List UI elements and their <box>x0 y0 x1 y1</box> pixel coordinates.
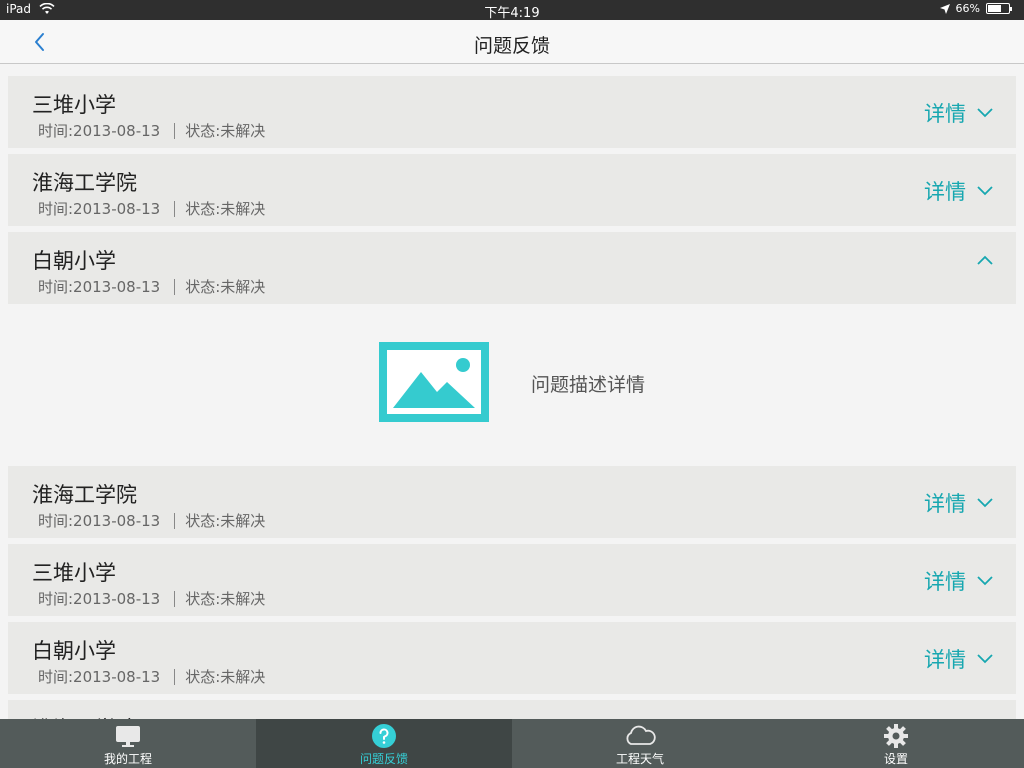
item-name: 白朝小学 <box>32 249 116 273</box>
detail-button[interactable]: 详情 <box>924 566 994 596</box>
divider <box>174 590 176 607</box>
divider <box>174 512 176 529</box>
chevron-down-icon <box>977 186 993 196</box>
gear-icon <box>884 724 908 748</box>
detail-label: 详情 <box>924 102 966 126</box>
item-name: 淮海工学院 <box>32 483 137 507</box>
detail-label: 详情 <box>924 570 966 594</box>
item-time: 时间:2013-08-13 <box>38 668 161 686</box>
list-row[interactable]: 白朝小学 时间:2013-08-13 状态:未解决 详情 <box>8 622 1016 694</box>
list-item[interactable]: 三堆小学 时间:2013-08-13 状态:未解决 详情 <box>8 76 1016 148</box>
chevron-down-icon <box>977 108 993 118</box>
item-status: 状态:未解决 <box>185 590 266 608</box>
list-item[interactable]: 淮海工学院 时间:2013-08-13 状态:未解决 详情 <box>8 154 1016 226</box>
tab-label: 设置 <box>883 752 908 766</box>
cloud-icon <box>626 725 656 745</box>
detail-label: 详情 <box>924 648 966 672</box>
tab-label: 我的工程 <box>103 752 152 766</box>
detail-button[interactable]: 详情 <box>924 644 994 674</box>
item-status: 状态:未解决 <box>185 200 266 218</box>
chevron-up-icon <box>977 255 993 265</box>
list-row[interactable]: 淮海工学院 时间:2013-08-13 状态:未解决 详情 <box>8 154 1016 226</box>
tab-monitor[interactable]: 我的工程 <box>0 719 256 768</box>
item-time: 时间:2013-08-13 <box>38 512 161 530</box>
item-meta: 时间:2013-08-13 状态:未解决 <box>38 120 265 141</box>
list-row[interactable]: 三堆小学 时间:2013-08-13 状态:未解决 详情 <box>8 76 1016 148</box>
collapse-button[interactable] <box>976 254 994 266</box>
tab-label: 问题反馈 <box>359 752 408 766</box>
item-time: 时间:2013-08-13 <box>38 590 161 608</box>
detail-label: 详情 <box>924 180 966 204</box>
item-meta: 时间:2013-08-13 状态:未解决 <box>38 666 265 687</box>
monitor-icon <box>116 726 140 747</box>
detail-label: 详情 <box>924 492 966 516</box>
chevron-down-icon <box>977 654 993 664</box>
divider <box>174 668 176 685</box>
location-arrow-icon <box>939 3 950 14</box>
item-meta: 时间:2013-08-13 状态:未解决 <box>38 588 265 609</box>
image-placeholder-icon[interactable] <box>379 342 489 422</box>
list-row[interactable]: 白朝小学 时间:2013-08-13 状态:未解决 <box>8 232 1016 304</box>
navigation-bar: 问题反馈 <box>0 20 1024 64</box>
item-status: 状态:未解决 <box>185 278 266 296</box>
item-status: 状态:未解决 <box>185 512 266 530</box>
item-time: 时间:2013-08-13 <box>38 122 161 140</box>
status-time: 下午4:19 <box>484 6 540 21</box>
divider <box>174 122 176 139</box>
list-row[interactable]: 淮海工学院 <box>8 700 1016 719</box>
item-status: 状态:未解决 <box>185 668 266 686</box>
list-item[interactable]: 白朝小学 时间:2013-08-13 状态:未解决 详情 <box>8 622 1016 694</box>
item-status: 状态:未解决 <box>185 122 266 140</box>
tab-gear[interactable]: 设置 <box>768 719 1024 768</box>
battery-percent: 66% <box>955 2 980 15</box>
tab-bar: 我的工程 问题反馈 工程天气 设置 <box>0 719 1024 768</box>
detail-button[interactable]: 详情 <box>924 176 994 206</box>
detail-button[interactable]: 详情 <box>924 488 994 518</box>
divider <box>174 200 176 217</box>
chevron-down-icon <box>977 498 993 508</box>
item-meta: 时间:2013-08-13 状态:未解决 <box>38 276 265 297</box>
tab-cloud[interactable]: 工程天气 <box>512 719 768 768</box>
item-time: 时间:2013-08-13 <box>38 278 161 296</box>
list-item[interactable]: 淮海工学院 时间:2013-08-13 状态:未解决 详情 <box>8 466 1016 538</box>
list-item[interactable]: 三堆小学 时间:2013-08-13 状态:未解决 详情 <box>8 544 1016 616</box>
item-meta: 时间:2013-08-13 状态:未解决 <box>38 510 265 531</box>
tab-question[interactable]: 问题反馈 <box>256 719 512 768</box>
divider <box>174 278 176 295</box>
battery-icon <box>986 3 1012 14</box>
list-item[interactable]: 淮海工学院 <box>8 700 1016 719</box>
item-name: 三堆小学 <box>32 561 116 585</box>
list-row[interactable]: 三堆小学 时间:2013-08-13 状态:未解决 详情 <box>8 544 1016 616</box>
problem-description: 问题描述详情 <box>531 374 646 396</box>
item-name: 淮海工学院 <box>32 171 137 195</box>
detail-button[interactable]: 详情 <box>924 98 994 128</box>
list-item[interactable]: 白朝小学 时间:2013-08-13 状态:未解决 问题描述详情 <box>8 232 1016 460</box>
item-name: 三堆小学 <box>32 93 116 117</box>
feedback-list[interactable]: 三堆小学 时间:2013-08-13 状态:未解决 详情 淮海工学院 时间:20… <box>8 76 1016 719</box>
chevron-down-icon <box>977 576 993 586</box>
item-meta: 时间:2013-08-13 状态:未解决 <box>38 198 265 219</box>
item-name: 白朝小学 <box>32 639 116 663</box>
detail-panel: 问题描述详情 <box>8 304 1016 460</box>
status-bar: iPad 下午4:19 66% <box>0 0 1024 21</box>
item-time: 时间:2013-08-13 <box>38 200 161 218</box>
tab-label: 工程天气 <box>615 752 664 766</box>
question-icon <box>372 724 396 748</box>
page-title: 问题反馈 <box>473 35 550 57</box>
list-row[interactable]: 淮海工学院 时间:2013-08-13 状态:未解决 详情 <box>8 466 1016 538</box>
